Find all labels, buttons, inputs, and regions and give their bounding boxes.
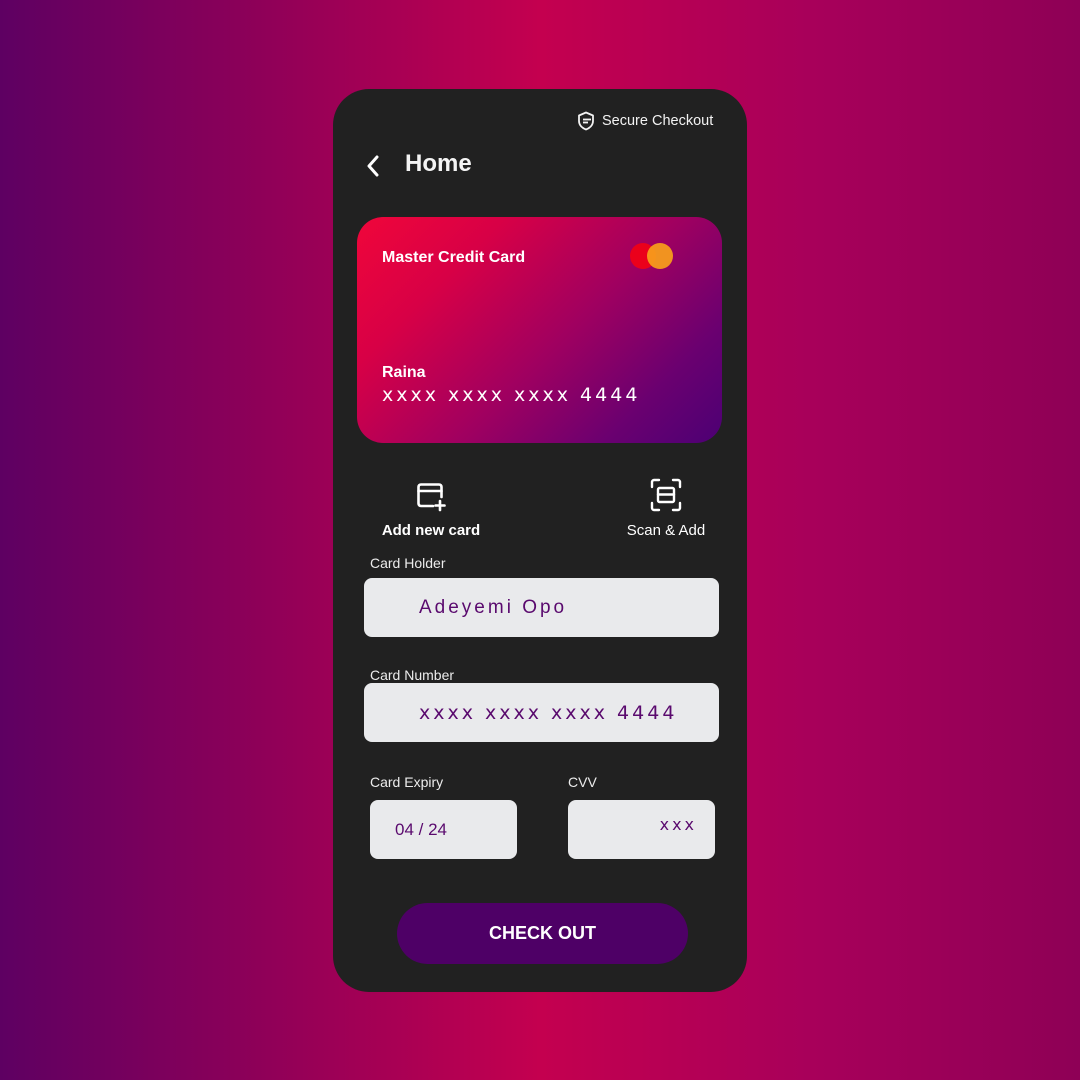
card-expiry-input[interactable]: 04 / 24 <box>370 800 517 859</box>
card-type-label: Master Credit Card <box>382 249 526 266</box>
checkout-button[interactable]: CHECK OUT <box>397 903 688 964</box>
mastercard-logo-icon <box>630 243 678 271</box>
card-number-value: xxxx xxxx xxxx 4444 <box>419 701 678 724</box>
card-number-display: xxxx xxxx xxxx 4444 <box>382 384 641 406</box>
card-number-input[interactable]: xxxx xxxx xxxx 4444 <box>364 683 719 742</box>
card-expiry-label: Card Expiry <box>370 774 444 790</box>
add-card-icon <box>415 480 447 516</box>
scan-and-add-button[interactable]: Scan & Add <box>620 478 712 539</box>
card-holder-name: Raina <box>382 364 426 381</box>
add-new-card-label: Add new card <box>381 522 481 539</box>
card-holder-label: Card Holder <box>370 555 446 571</box>
secure-checkout-label: Secure Checkout <box>602 113 714 129</box>
credit-card[interactable]: Master Credit Card Raina xxxx xxxx xxxx … <box>357 217 722 443</box>
chevron-left-icon <box>366 155 380 182</box>
page-title: Home <box>405 150 472 177</box>
card-expiry-value: 04 / 24 <box>395 819 447 839</box>
card-number-label: Card Number <box>370 667 455 683</box>
shield-icon <box>577 111 595 131</box>
scan-and-add-label: Scan & Add <box>626 522 706 539</box>
cvv-value: xxx <box>659 815 697 834</box>
cvv-label: CVV <box>568 774 597 790</box>
card-holder-input[interactable]: Adeyemi Opo <box>364 578 719 637</box>
cvv-input[interactable]: xxx <box>568 800 715 859</box>
scan-icon <box>650 478 682 516</box>
secure-checkout-badge: Secure Checkout <box>577 110 713 132</box>
back-button[interactable] <box>360 154 386 182</box>
add-new-card-button[interactable]: Add new card <box>378 480 484 539</box>
card-holder-value: Adeyemi Opo <box>419 596 568 618</box>
